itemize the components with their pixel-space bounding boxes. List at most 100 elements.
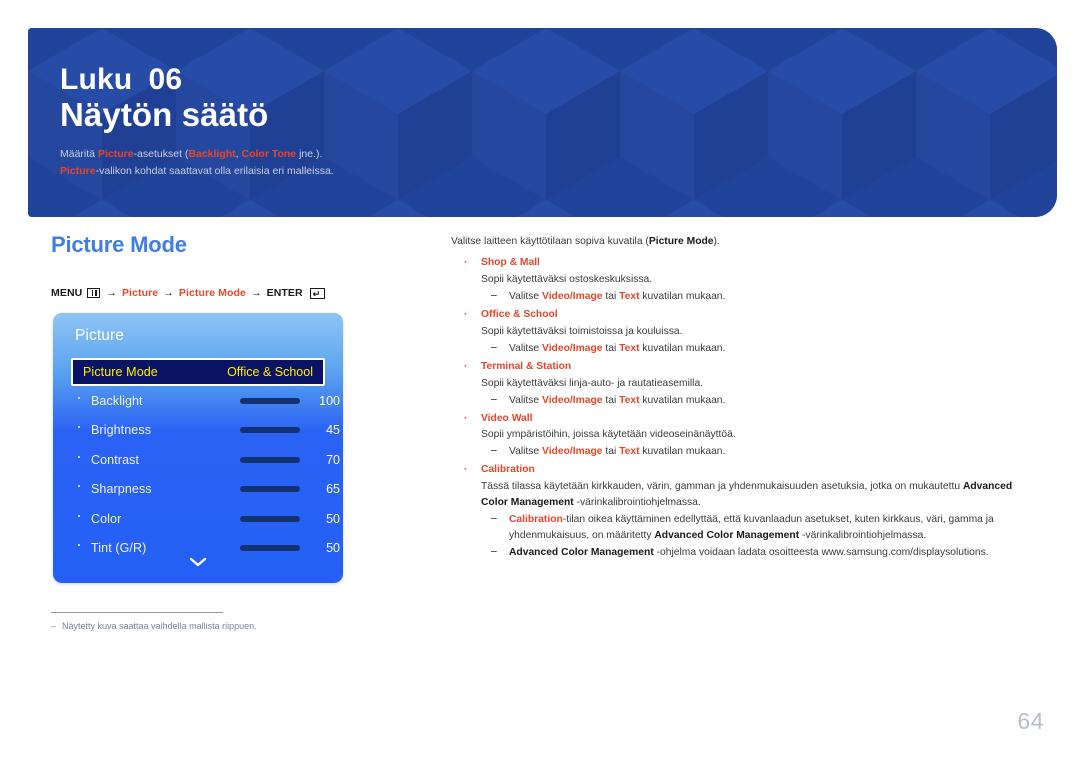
osd-row-picture-mode[interactable]: Picture Mode Office & School <box>71 358 325 386</box>
subnote-post: kuvatilan mukaan. <box>639 446 726 458</box>
subnote-mid: tai <box>602 290 620 302</box>
mode-name: Video Wall <box>481 412 533 424</box>
page-title: Picture Mode <box>51 232 187 257</box>
subnote-pre: Valitse <box>509 342 543 354</box>
calibration-body-post: -värinkalibrointiohjelmassa. <box>573 497 701 509</box>
bullet-marker: · <box>464 360 468 372</box>
osd-row-label: Sharpness <box>91 482 152 497</box>
subnote-text: Advanced Color Management -ohjelma voida… <box>509 547 989 558</box>
chapter-heading: Luku 06 <box>60 63 1037 96</box>
desc-highlight-colortone: Color Tone <box>241 148 297 161</box>
intro-text: Valitse laitteen käyttötilaan sopiva kuv… <box>451 236 649 247</box>
arrow-right-icon-3: → <box>250 287 262 299</box>
subnote-bold-video-image: Video/Image <box>542 394 603 406</box>
osd-row-label: Backlight <box>91 393 143 408</box>
chapter-number: 06 <box>148 63 183 96</box>
mode-subnote: ‒ Valitse Video/Image tai Text kuvatilan… <box>481 444 1039 460</box>
bullet-dot-icon <box>78 485 80 488</box>
subnote-red-calibration: Calibration <box>509 514 563 526</box>
desc-highlight-picture: Picture <box>97 148 134 161</box>
subnote-bold-text: Text <box>619 446 640 458</box>
page-number: 64 <box>1017 708 1044 734</box>
desc-highlight-picture-2: Picture <box>60 165 96 178</box>
osd-row-sharpness[interactable]: Sharpness 65 <box>53 475 343 505</box>
osd-row-value: 65 <box>326 482 340 497</box>
dash-marker: ‒ <box>491 393 497 405</box>
mode-subnote: ‒ Valitse Video/Image tai Text kuvatilan… <box>481 341 1039 357</box>
osd-row-brightness[interactable]: Brightness 45 <box>53 416 343 446</box>
subnote-bold-acm: Advanced Color Management <box>654 530 800 542</box>
calibration-subnote-1: ‒ Calibration-tilan oikea käyttäminen ed… <box>481 512 1039 544</box>
subnote-pre: Valitse <box>509 394 543 406</box>
chapter-banner: Luku 06 Näytön säätö Määritä Picture-ase… <box>28 28 1057 217</box>
subnote-text-2: -värinkalibrointiohjelmassa. <box>799 530 927 542</box>
desc-text: -valikon kohdat saattavat olla erilaisia… <box>95 165 334 178</box>
desc-highlight-backlight: Backlight <box>188 148 236 161</box>
subnote-post: kuvatilan mukaan. <box>639 290 726 302</box>
subnote-bold-video-image: Video/Image <box>542 290 603 302</box>
mode-description: Sopii ympäristöihin, joissa käytetään vi… <box>481 429 736 441</box>
osd-row-backlight[interactable]: Backlight 100 <box>53 386 343 416</box>
dash-marker: ‒ <box>491 289 497 301</box>
osd-row-list: Picture Mode Office & School Backlight 1… <box>53 358 343 563</box>
osd-slider-color[interactable] <box>240 515 300 522</box>
bullet-dot-icon <box>78 544 80 547</box>
osd-row-value: 50 <box>326 511 340 526</box>
mode-description: Sopii käytettäväksi ostoskeskuksissa. <box>481 273 653 285</box>
osd-row-label: Picture Mode <box>83 365 158 379</box>
bullet-marker: · <box>464 464 468 476</box>
osd-row-color[interactable]: Color 50 <box>53 504 343 534</box>
subnote-text: Valitse Video/Image tai Text kuvatilan m… <box>509 395 725 406</box>
menu-path-breadcrumb: MENU → Picture → Picture Mode → ENTER ↵ <box>51 287 325 299</box>
subnote-text: Calibration-tilan oikea käyttäminen edel… <box>509 514 994 541</box>
osd-row-contrast[interactable]: Contrast 70 <box>53 445 343 475</box>
osd-slider-tint[interactable] <box>240 545 300 552</box>
chevron-down-icon <box>189 557 207 567</box>
banner-description: Määritä Picture-asetukset (Backlight, Co… <box>60 146 1037 180</box>
osd-row-label: Tint (G/R) <box>91 541 147 556</box>
subnote-mid: tai <box>602 342 620 354</box>
dash-marker: ‒ <box>491 341 497 353</box>
arrow-right-icon-1: → <box>106 287 117 299</box>
intro-text: ). <box>713 236 720 247</box>
mode-item-terminal-station: · Terminal & Station Sopii käytettäväksi… <box>451 359 1039 409</box>
intro-paragraph: Valitse laitteen käyttötilaan sopiva kuv… <box>451 234 1039 250</box>
osd-row-label: Color <box>91 511 122 526</box>
osd-picture-menu-panel[interactable]: Picture Picture Mode Office & School Bac… <box>53 313 343 583</box>
mode-item-shop-mall: · Shop & Mall Sopii käytettäväksi ostosk… <box>451 255 1039 305</box>
menu-path-enter-label: ENTER <box>266 287 303 299</box>
footnote: ‒ Näytetty kuva saattaa vaihdella mallis… <box>51 621 257 631</box>
osd-row-value: 100 <box>319 393 340 408</box>
menu-path-step-picture-mode: Picture Mode <box>178 287 246 299</box>
mode-item-office-school: · Office & School Sopii käytettäväksi to… <box>451 307 1039 357</box>
desc-text: -asetukset ( <box>133 148 189 161</box>
osd-row-value: 45 <box>326 423 340 438</box>
osd-row-value: 50 <box>326 541 340 556</box>
bullet-dot-icon <box>78 426 80 429</box>
osd-panel-title: Picture <box>75 327 124 344</box>
subnote-post: kuvatilan mukaan. <box>639 394 726 406</box>
subnote-text: Valitse Video/Image tai Text kuvatilan m… <box>509 291 725 302</box>
subnote-post: kuvatilan mukaan. <box>639 342 726 354</box>
osd-slider-backlight[interactable] <box>240 397 300 404</box>
osd-slider-contrast[interactable] <box>240 456 300 463</box>
mode-name: Terminal & Station <box>481 360 572 372</box>
dash-marker: ‒ <box>491 445 497 457</box>
calibration-subnote-2: ‒ Advanced Color Management -ohjelma voi… <box>481 545 1039 561</box>
osd-slider-brightness[interactable] <box>240 427 300 434</box>
dash-marker: ‒ <box>491 546 497 558</box>
osd-scroll-down-button[interactable] <box>53 555 343 573</box>
osd-row-label: Contrast <box>91 452 140 467</box>
menu-path-menu-label: MENU <box>51 287 83 299</box>
dash-marker: ‒ <box>491 513 497 525</box>
description-column: Valitse laitteen käyttötilaan sopiva kuv… <box>451 234 1039 563</box>
bullet-marker: · <box>464 256 468 268</box>
osd-row-label: Brightness <box>91 423 152 438</box>
subnote-text: Valitse Video/Image tai Text kuvatilan m… <box>509 446 725 457</box>
osd-slider-sharpness[interactable] <box>240 486 300 493</box>
chapter-title: Näytön säätö <box>60 96 269 134</box>
mode-subnote: ‒ Valitse Video/Image tai Text kuvatilan… <box>481 289 1039 305</box>
subnote-pre: Valitse <box>509 446 543 458</box>
subnote-mid: tai <box>602 394 620 406</box>
subnote-pre: Valitse <box>509 290 543 302</box>
